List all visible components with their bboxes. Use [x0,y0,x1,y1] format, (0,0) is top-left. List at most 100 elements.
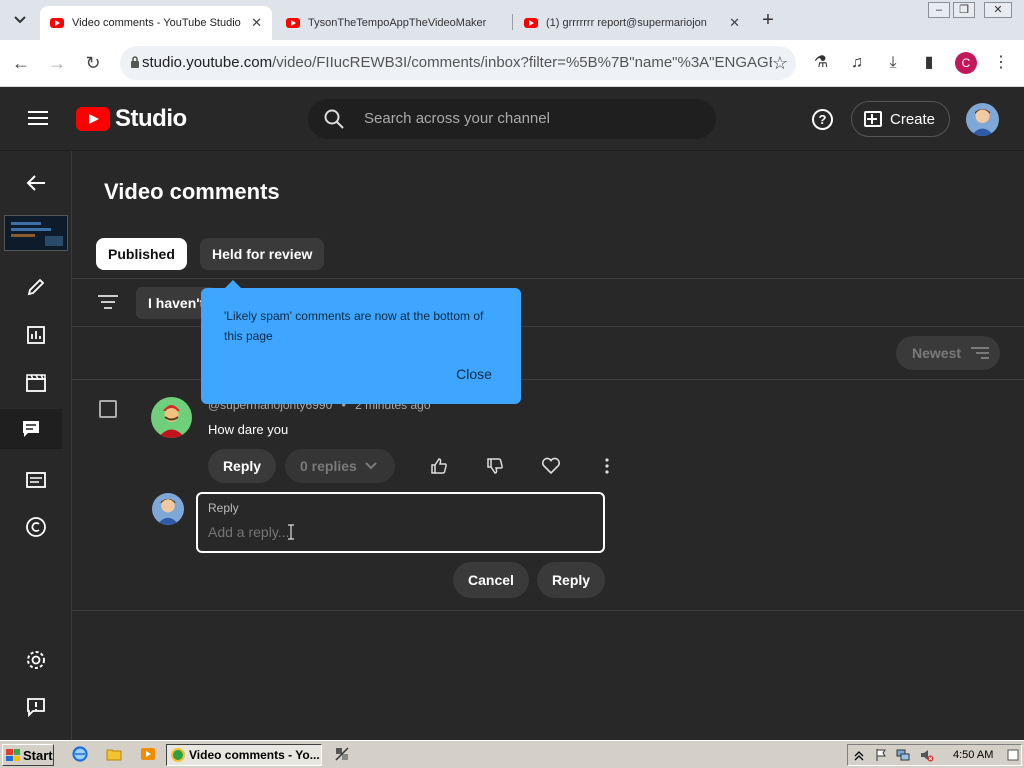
youtube-favicon-icon [524,18,538,28]
tab-close-icon[interactable]: ✕ [251,15,262,31]
taskbar-window-button[interactable]: Video comments - Yo... [166,744,322,766]
help-icon[interactable]: ? [812,109,833,130]
windows-taskbar: Start Video comments - Yo... 4:50 AM [0,740,1024,768]
media-controls-icon[interactable]: ♫ [846,52,868,74]
side-panel-icon[interactable]: ▮ [918,52,940,74]
copyright-icon[interactable] [12,507,60,547]
sort-newest-button[interactable]: Newest [896,336,1000,370]
tab-held-for-review[interactable]: Held for review [200,238,325,270]
my-avatar [152,493,184,525]
more-options-icon[interactable] [597,456,617,476]
clock: 4:50 AM [953,749,994,761]
windows-flag-icon [6,749,20,761]
lock-icon[interactable] [130,56,140,68]
tooltip-close-button[interactable]: Close [441,358,507,390]
search-icon [324,109,344,129]
channel-search-bar[interactable]: Search across your channel [308,99,716,139]
like-thumb-up-icon[interactable] [429,456,449,476]
sort-icon [971,347,990,359]
browser-toolbar: ← → ↻ studio.youtube.com/video/FIIucREWB… [0,40,1024,87]
studio-logo-text: Studio [115,105,187,132]
tooltip-message: 'Likely spam' comments are now at the bo… [224,309,484,343]
comment-select-checkbox[interactable] [99,400,117,418]
forward-arrow-icon[interactable]: → [46,52,68,74]
chrome-icon [171,748,185,762]
reply-field-label: Reply [208,501,239,515]
browser-tab-tyson[interactable]: TysonTheTempoAppTheVideoMaker [276,6,512,40]
network-tray-icon[interactable] [896,748,910,762]
cancel-button[interactable]: Cancel [453,562,529,598]
browser-tab-video-comments[interactable]: Video comments - YouTube Studio ✕ [40,6,272,40]
browser-menu-icon[interactable]: ⋮ [990,52,1012,74]
my-avatar-image [156,498,180,525]
feedback-icon[interactable] [12,687,60,727]
youtube-favicon-icon [286,18,300,28]
browser-tab-report[interactable]: (1) grrrrrrr report@supermariojon ✕ [514,6,750,40]
video-thumbnail[interactable] [4,215,68,251]
tool-icon[interactable] [334,746,350,762]
page-title: Video comments [104,179,280,204]
commenter-avatar[interactable] [151,397,192,438]
new-tab-plus-icon[interactable]: + [756,9,780,31]
submit-reply-button[interactable]: Reply [537,562,605,598]
internet-explorer-icon[interactable] [72,746,88,762]
browser-tab-strip: Video comments - YouTube Studio ✕ TysonT… [0,0,1024,40]
studio-left-rail [0,151,72,740]
download-icon[interactable]: ⤓ [882,52,904,74]
back-arrow-icon[interactable] [12,163,60,203]
folder-icon[interactable] [106,746,122,762]
commenter-avatar-image [158,405,185,438]
address-bar[interactable]: studio.youtube.com/video/FIIucREWB3I/com… [120,46,796,80]
studio-logo[interactable]: Studio [76,105,187,133]
subtitles-icon[interactable] [12,460,60,500]
start-label: Start [23,747,53,763]
reload-icon[interactable]: ↻ [82,52,104,74]
tab-close-icon[interactable]: ✕ [729,15,740,31]
comments-icon[interactable] [0,409,62,449]
taskbar-window-label: Video comments - Yo... [189,748,320,762]
replies-dropdown[interactable]: 0 replies [285,449,395,483]
tray-expand-icon[interactable] [852,748,866,762]
labs-flask-icon[interactable]: ⚗ [810,52,832,74]
create-button[interactable]: Create [851,101,950,137]
divider [72,278,1024,279]
replies-label: 0 replies [300,458,357,474]
details-pencil-icon[interactable] [12,267,60,307]
hamburger-menu-icon[interactable] [28,111,48,125]
editor-clapper-icon[interactable] [12,363,60,403]
filter-icon[interactable] [98,295,118,309]
tab-search-chevron-icon[interactable] [8,8,32,32]
reply-button[interactable]: Reply [208,449,276,483]
account-avatar[interactable] [966,103,999,136]
comments-main: Video comments Published Held for review… [72,151,1024,740]
heart-icon[interactable] [541,456,561,476]
url-text: studio.youtube.com/video/FIIucREWB3I/com… [142,54,772,71]
window-close-button[interactable]: ✕ [984,2,1012,18]
url-path: /video/FIIucREWB3I/comments/inbox?filter… [272,54,772,71]
dislike-thumb-down-icon[interactable] [485,456,505,476]
tab-title: TysonTheTempoAppTheVideoMaker [308,17,487,29]
flag-tray-icon[interactable] [874,748,888,762]
analytics-icon[interactable] [12,315,60,355]
reply-input[interactable] [208,521,588,543]
volume-muted-icon[interactable] [920,748,934,762]
divider [72,610,1024,611]
settings-gear-icon[interactable] [12,640,60,680]
profile-avatar[interactable]: C [955,52,977,74]
search-placeholder: Search across your channel [364,110,550,127]
window-restore-button[interactable]: ❐ [953,2,975,18]
back-arrow-icon[interactable]: ← [10,52,32,74]
bookmark-star-icon[interactable]: ☆ [772,53,788,74]
start-button[interactable]: Start [2,744,54,766]
chevron-down-icon [365,462,377,470]
notification-tray-icon[interactable] [1006,748,1020,762]
tab-published[interactable]: Published [96,238,187,270]
reply-input-box[interactable]: Reply [196,492,605,553]
text-cursor-icon [288,524,294,540]
youtube-play-icon [76,107,110,131]
tab-title: Video comments - YouTube Studio [72,17,241,29]
media-player-icon[interactable] [140,746,156,762]
tab-title: (1) grrrrrrr report@supermariojon [546,17,707,29]
youtube-favicon-icon [50,18,64,28]
window-minimize-button[interactable]: – [928,2,950,18]
